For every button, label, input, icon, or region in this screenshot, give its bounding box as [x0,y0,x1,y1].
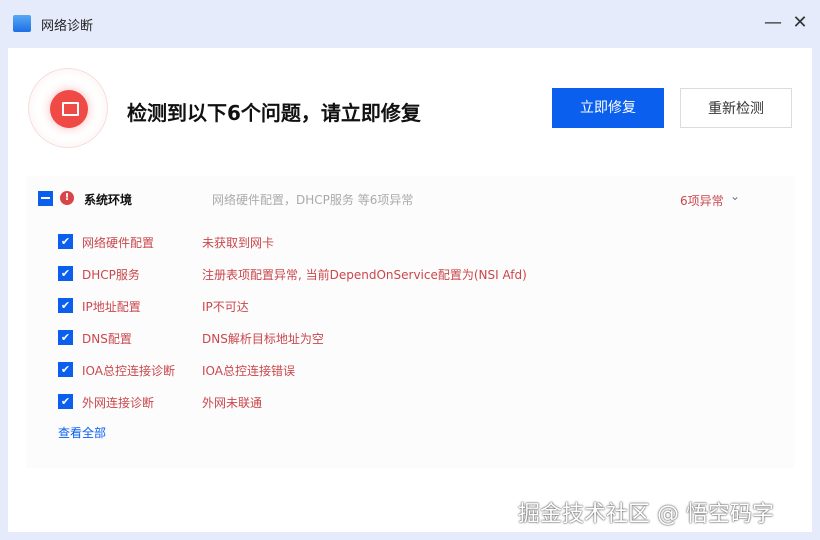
item-detail: DNS解析目标地址为空 [202,332,324,346]
watermark: 掘金技术社区 @ 悟空码字 [518,502,774,527]
section-summary: 网络硬件配置，DHCP服务 等6项异常 [212,193,414,207]
minimize-button[interactable]: — [762,12,784,34]
item-detail: 注册表项配置异常, 当前DependOnService配置为(NSI Afd) [202,268,527,282]
item-checkbox[interactable]: ✔ [58,298,73,313]
chevron-down-icon[interactable]: ⌄ [730,189,740,203]
item-name: IOA总控连接诊断 [82,364,175,378]
item-detail: 外网未联通 [202,396,263,410]
view-all-link[interactable]: 查看全部 [58,424,106,441]
issue-count[interactable]: 6项异常 [680,192,724,209]
window-title: 网络诊断 [41,19,94,34]
item-name: IP地址配置 [82,300,141,314]
page-title: 检测到以下6个问题，请立即修复 [127,101,421,125]
item-checkbox[interactable]: ✔ [58,330,73,345]
item-checkbox[interactable]: ✔ [58,362,73,377]
recheck-button[interactable]: 重新检测 [680,88,792,128]
section-title: 系统环境 [84,193,133,207]
item-checkbox[interactable]: ✔ [58,266,73,281]
fix-now-button[interactable]: 立即修复 [552,88,664,128]
item-checkbox[interactable]: ✔ [58,394,73,409]
section-checkbox[interactable] [38,191,53,206]
item-detail: 未获取到网卡 [202,236,275,250]
system-environment-section: ! 系统环境 网络硬件配置，DHCP服务 等6项异常 6项异常 ⌄ ✔ 网络硬件配… [26,176,794,468]
item-name: DNS配置 [82,332,132,346]
item-detail: IP不可达 [202,300,249,314]
item-checkbox[interactable]: ✔ [58,234,73,249]
title-bar: 网络诊断 — ✕ [0,0,820,48]
warning-icon: ! [60,191,74,205]
item-detail: IOA总控连接错误 [202,364,295,378]
main-panel: 检测到以下6个问题，请立即修复 立即修复 重新检测 ! 系统环境 网络硬件配置，… [8,48,812,532]
close-button[interactable]: ✕ [789,12,811,34]
item-name: 外网连接诊断 [82,396,155,410]
monitor-error-icon [50,90,88,128]
item-name: 网络硬件配置 [82,236,155,250]
status-graphic [28,68,108,148]
item-name: DHCP服务 [82,268,140,282]
app-chart-icon [13,15,31,32]
